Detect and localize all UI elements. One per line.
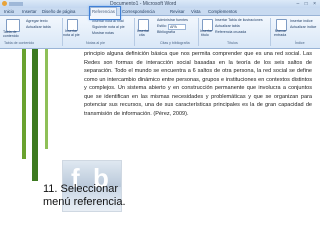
show-notes-button[interactable]: Mostrar notas: [92, 31, 114, 36]
group-label-citations: Citas y bibliografía: [160, 41, 190, 45]
toc-label-line2: contenido: [3, 34, 19, 38]
tab-inicio[interactable]: Inicio: [4, 8, 14, 15]
style-label: Estilo:: [157, 24, 167, 28]
decorative-stripe: [45, 49, 48, 149]
mark-entry-label-line2: entrada: [274, 33, 287, 37]
tab-vista[interactable]: Vista: [191, 8, 200, 15]
ribbon-tabs: Inicio Insertar Diseño de página Referen…: [0, 7, 320, 16]
referencias-highlight: [89, 6, 121, 20]
insert-citation-label-line2: cita: [139, 33, 145, 37]
window-controls[interactable]: – □ ×: [297, 1, 319, 7]
group-label-toc: Tabla de contenido: [4, 41, 35, 45]
decorative-stripe: [22, 49, 26, 159]
group-divider: [198, 18, 199, 46]
ribbon-panel: Tabla de contenido Agregar texto Actuali…: [0, 16, 320, 49]
title-bar: Documento1 - Microsoft Word – □ ×: [0, 0, 320, 8]
window-title: Documento1 - Microsoft Word: [110, 1, 177, 7]
update-index-button[interactable]: Actualizar índice: [290, 25, 316, 30]
quick-access-toolbar[interactable]: [9, 2, 23, 6]
insert-caption-label-line2: título: [201, 33, 209, 37]
insert-table-of-figures-button[interactable]: Insertar Tabla de ilustraciones: [215, 18, 263, 23]
group-divider: [134, 18, 135, 46]
group-divider: [62, 18, 63, 46]
update-figures-table-button[interactable]: Actualizar tabla: [215, 24, 240, 29]
update-table-button[interactable]: Actualizar tabla: [26, 25, 51, 30]
group-label-captions: Títulos: [227, 41, 238, 45]
manage-sources-button[interactable]: Administrar fuentes: [157, 18, 188, 23]
tab-insertar[interactable]: Insertar: [22, 8, 37, 15]
office-button-icon[interactable]: [2, 1, 7, 6]
insert-footnote-label-line2: nota al pie: [63, 33, 80, 37]
cross-reference-button[interactable]: Referencia cruzada: [215, 30, 246, 35]
step-caption: 11. Seleccionar menú referencia.: [43, 183, 126, 208]
group-label-footnotes: Notas al pie: [86, 41, 105, 45]
insert-index-button[interactable]: Insertar índice: [290, 19, 313, 24]
tab-revisar[interactable]: Revisar: [170, 8, 185, 15]
group-divider: [270, 18, 271, 46]
group-label-index: Índice: [295, 41, 305, 45]
add-text-button[interactable]: Agregar texto: [26, 19, 48, 24]
tab-diseno-de-pagina[interactable]: Diseño de página: [42, 8, 75, 15]
tab-correspondencia[interactable]: Correspondencia: [122, 8, 155, 15]
document-body-text[interactable]: principio alguna definición básica que n…: [84, 50, 312, 118]
next-footnote-button[interactable]: Siguiente nota al pie: [92, 25, 125, 30]
decorative-stripe: [32, 49, 38, 181]
tab-complementos[interactable]: Complementos: [208, 8, 237, 15]
bibliography-button[interactable]: Bibliografía: [157, 30, 175, 35]
